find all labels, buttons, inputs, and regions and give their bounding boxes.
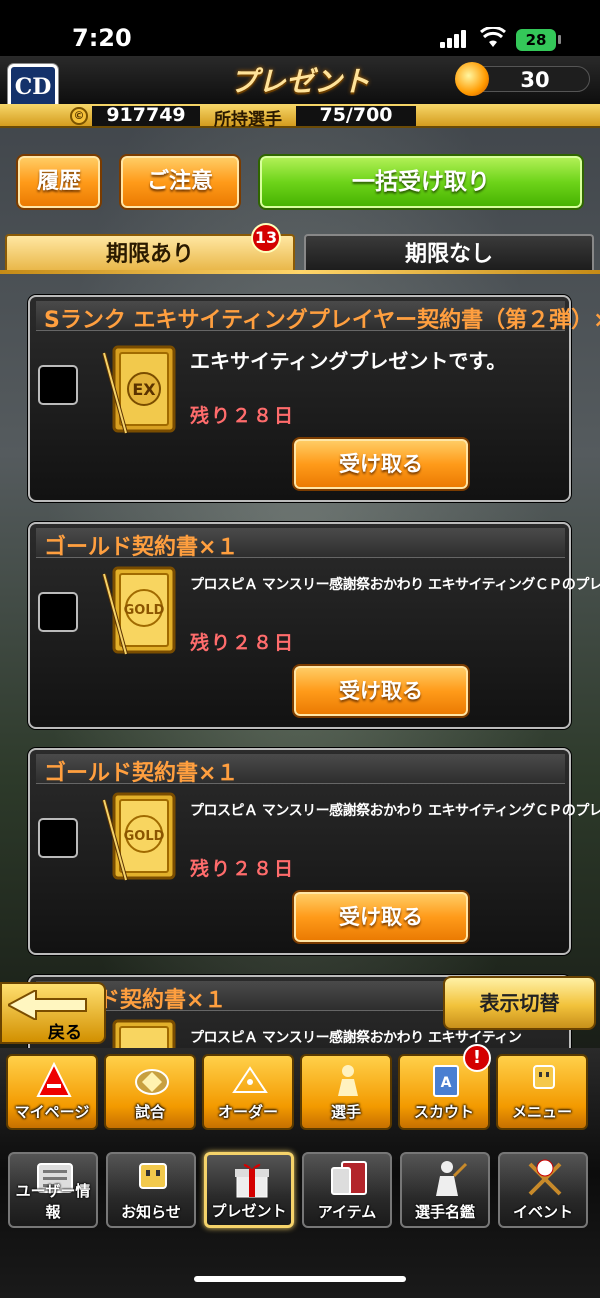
energy-value: 30 bbox=[520, 68, 550, 92]
home-indicator[interactable] bbox=[194, 1276, 406, 1282]
coin-value: 917749 bbox=[106, 104, 186, 126]
present-description: プロスピＡ マンスリー感謝祭おかわり エキサイティングＣＰのプレゼントです。 bbox=[190, 803, 600, 819]
coin-icon: © bbox=[70, 107, 88, 125]
player-directory-icon bbox=[436, 1161, 468, 1196]
card-header: ゴールド契約書×１ bbox=[36, 754, 565, 786]
scout-icon: A bbox=[433, 1065, 459, 1097]
nav-label: 選手 bbox=[330, 1103, 361, 1121]
ex-contract-icon: EX bbox=[102, 345, 176, 434]
present-title: ド契約書×１ bbox=[98, 988, 227, 1013]
remaining-days: 残り２８日 bbox=[190, 858, 296, 880]
select-checkbox[interactable] bbox=[38, 592, 78, 632]
news-icon bbox=[139, 1163, 167, 1189]
event-icon bbox=[528, 1159, 562, 1196]
nav-player-directory[interactable]: 選手名鑑 bbox=[400, 1152, 490, 1228]
fire-ball-icon bbox=[455, 62, 489, 96]
nav-user-info[interactable]: ユーザー情報 bbox=[8, 1152, 98, 1228]
present-card: Sランク エキサイティングプレイヤー契約書（第２弾）×１ EX エキサイティング… bbox=[28, 295, 600, 502]
stadium-icon bbox=[135, 1069, 169, 1095]
tab-no-deadline[interactable]: 期限なし bbox=[304, 234, 594, 272]
nav-order[interactable]: オーダー bbox=[202, 1054, 294, 1130]
gold-contract-icon: GOLD bbox=[102, 566, 176, 655]
battery-icon: 28 bbox=[516, 29, 556, 51]
order-icon bbox=[232, 1066, 268, 1093]
wifi-icon bbox=[480, 27, 506, 47]
nav-label: ユーザー情報 bbox=[15, 1182, 91, 1221]
battery-tip bbox=[558, 35, 561, 44]
svg-text:GOLD: GOLD bbox=[124, 603, 165, 618]
present-description: プロスピＡ マンスリー感謝祭おかわり エキサイティングＣＰのプレゼントです。 bbox=[190, 577, 600, 593]
nav-news[interactable]: お知らせ bbox=[106, 1152, 196, 1228]
svg-text:EX: EX bbox=[132, 380, 156, 399]
scout-alert-badge: ! bbox=[463, 1044, 491, 1072]
status-time: 7:20 bbox=[72, 24, 132, 52]
card-header: ゴールド契約書×１ bbox=[36, 528, 565, 560]
select-checkbox[interactable] bbox=[38, 818, 78, 858]
mypage-icon bbox=[36, 1062, 72, 1097]
page-title: プレゼント bbox=[229, 65, 370, 98]
back-label: 戻る bbox=[48, 1023, 82, 1043]
nav-label: マイページ bbox=[14, 1103, 90, 1121]
card-header: Sランク エキサイティングプレイヤー契約書（第２弾）×１ bbox=[36, 301, 600, 333]
nav-label: イベント bbox=[512, 1203, 573, 1221]
nav-mypage[interactable]: マイページ bbox=[6, 1054, 98, 1130]
tab-underline bbox=[0, 270, 600, 274]
tab-count-badge: 13 bbox=[251, 223, 281, 253]
nav-label: オーダー bbox=[217, 1103, 278, 1121]
nav-label: 試合 bbox=[134, 1103, 165, 1121]
nav-label: スカウト bbox=[413, 1103, 474, 1121]
receive-button[interactable]: 受け取る bbox=[292, 890, 470, 944]
remaining-days: 残り２８日 bbox=[190, 405, 296, 427]
nav-label: お知らせ bbox=[121, 1203, 181, 1221]
nav-label: メニュー bbox=[511, 1103, 572, 1121]
nav-game[interactable]: 試合 bbox=[104, 1054, 196, 1130]
select-checkbox[interactable] bbox=[38, 365, 78, 405]
nav-event[interactable]: イベント bbox=[498, 1152, 588, 1228]
player-icon bbox=[338, 1065, 358, 1096]
signal-icon bbox=[440, 30, 470, 48]
present-title: Sランク エキサイティングプレイヤー契約書（第２弾）×１ bbox=[44, 308, 600, 333]
present-title: ゴールド契約書×１ bbox=[44, 535, 239, 560]
nav-label: プレゼント bbox=[211, 1202, 287, 1220]
nav-label: アイテム bbox=[317, 1203, 377, 1221]
history-button[interactable]: 履歴 bbox=[16, 154, 102, 210]
svg-text:GOLD: GOLD bbox=[124, 829, 165, 844]
menu-icon bbox=[533, 1065, 555, 1089]
present-card: ゴールド契約書×１ GOLD プロスピＡ マンスリー感謝祭おかわり エキサイティ… bbox=[28, 522, 600, 729]
present-list[interactable]: Sランク エキサイティングプレイヤー契約書（第２弾）×１ EX エキサイティング… bbox=[0, 285, 600, 1050]
back-arrow-icon bbox=[8, 990, 87, 1020]
nav-menu[interactable]: メニュー bbox=[496, 1054, 588, 1130]
present-card: ゴールド契約書×１ GOLD プロスピＡ マンスリー感謝祭おかわり エキサイティ… bbox=[28, 748, 600, 955]
bulk-receive-button[interactable]: 一括受け取り bbox=[258, 154, 584, 210]
gold-contract-icon: GOLD bbox=[102, 792, 176, 881]
present-title: ゴールド契約書×１ bbox=[44, 761, 239, 786]
item-icon bbox=[331, 1161, 367, 1195]
nav-player[interactable]: 選手 bbox=[300, 1054, 392, 1130]
remaining-days: 残り２８日 bbox=[190, 632, 296, 654]
gold-contract-icon bbox=[112, 1019, 176, 1050]
present-description: エキサイティングプレゼントです。 bbox=[190, 349, 507, 373]
toggle-display-button[interactable]: 表示切替 bbox=[443, 976, 596, 1030]
nav-present[interactable]: プレゼント bbox=[204, 1152, 294, 1228]
players-value: 75/700 bbox=[319, 104, 393, 126]
receive-button[interactable]: 受け取る bbox=[292, 664, 470, 718]
players-label: 所持選手 bbox=[214, 110, 282, 130]
svg-text:A: A bbox=[441, 1075, 452, 1091]
nav-label: 選手名鑑 bbox=[414, 1203, 475, 1221]
caution-button[interactable]: ご注意 bbox=[119, 154, 241, 210]
receive-button[interactable]: 受け取る bbox=[292, 437, 470, 491]
gift-icon bbox=[235, 1164, 269, 1198]
nav-item[interactable]: アイテム bbox=[302, 1152, 392, 1228]
